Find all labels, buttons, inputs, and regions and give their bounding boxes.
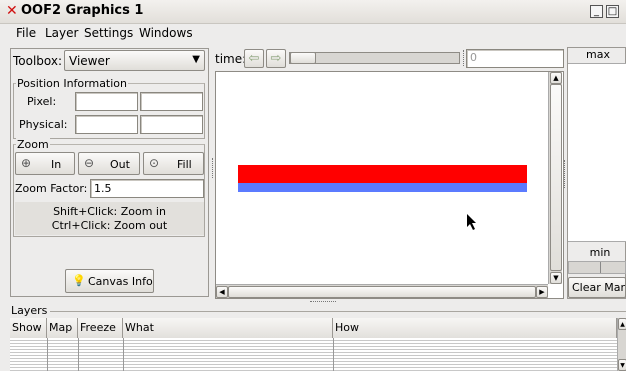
pane-handle-bottom[interactable] <box>310 301 336 303</box>
layers-list[interactable] <box>10 338 617 371</box>
col-separator <box>333 338 334 371</box>
menu-file[interactable]: File <box>16 26 36 40</box>
scroll-down-icon[interactable]: ▼ <box>550 272 562 284</box>
canvas-info-button[interactable]: 💡 Canvas Info <box>65 269 154 293</box>
zoom-hint-line2: Ctrl+Click: Zoom out <box>51 219 168 232</box>
clear-mark-button[interactable]: Clear Mark <box>568 277 626 298</box>
physical-label: Physical: <box>19 118 68 131</box>
scroll-up-icon[interactable]: ▲ <box>550 72 562 84</box>
zoom-fill-icon: ⊙ <box>149 156 160 170</box>
time-next-button[interactable]: ⇨ <box>266 49 286 68</box>
col-separator <box>47 338 48 371</box>
layers-divider <box>50 311 626 312</box>
pixel-y-field[interactable] <box>140 92 203 111</box>
arrow-left-icon: ⇦ <box>248 51 260 66</box>
zoom-fill-button[interactable]: ⊙ Fill <box>143 152 204 175</box>
red-band <box>238 165 527 183</box>
time-pane-handle[interactable] <box>463 50 465 66</box>
clear-mark-label: Clear Mark <box>572 281 626 294</box>
canvas-vscrollbar[interactable]: ▲ ▼ <box>548 72 562 284</box>
pixel-x-field[interactable] <box>75 92 138 111</box>
time-prev-button[interactable]: ⇦ <box>244 49 264 68</box>
canvas-info-label: Canvas Info <box>88 275 153 288</box>
pane-handle-left[interactable] <box>212 158 214 178</box>
layers-vscrollbar[interactable]: ▲ ▼ <box>617 318 626 371</box>
zoom-hint-line1: Shift+Click: Zoom in <box>53 205 166 218</box>
menu-settings[interactable]: Settings <box>84 26 133 40</box>
scroll-left-icon[interactable]: ◀ <box>216 286 228 298</box>
toolbox-selected-value: Viewer <box>69 54 110 68</box>
zoom-in-icon: ⊕ <box>21 156 32 170</box>
physical-x-field[interactable] <box>75 115 138 134</box>
scroll-right-icon[interactable]: ▶ <box>536 286 548 298</box>
physical-y-field[interactable] <box>140 115 203 134</box>
toolbox-select[interactable]: Viewer ▼ <box>64 50 205 71</box>
blue-band <box>238 183 527 192</box>
zoom-factor-input[interactable]: 1.5 <box>90 179 204 198</box>
canvas-hscrollbar[interactable]: ◀ ▶ <box>216 284 548 298</box>
colorbar-slider[interactable] <box>568 261 626 274</box>
pane-handle-right[interactable] <box>564 160 566 188</box>
lightbulb-icon: 💡 <box>72 274 86 287</box>
window-title: OOF2 Graphics 1 <box>21 3 144 18</box>
zoom-in-button[interactable]: ⊕ In <box>15 152 75 175</box>
time-slider-thumb[interactable] <box>290 52 316 64</box>
col-freeze[interactable]: Freeze <box>78 318 123 338</box>
time-slider[interactable] <box>289 52 460 64</box>
position-group-title: Position Information <box>16 77 128 90</box>
col-show[interactable]: Show <box>10 318 47 338</box>
vscroll-thumb[interactable] <box>550 84 562 271</box>
layers-scroll-down-icon[interactable]: ▼ <box>618 359 626 371</box>
colorbar-canvas <box>568 63 626 242</box>
col-map[interactable]: Map <box>47 318 78 338</box>
hscroll-thumb[interactable] <box>228 286 536 298</box>
col-what[interactable]: What <box>123 318 333 338</box>
arrow-right-icon: ⇨ <box>270 51 282 66</box>
minimize-icon[interactable]: _ <box>590 5 603 18</box>
col-how[interactable]: How <box>333 318 617 338</box>
zoom-factor-label: Zoom Factor: <box>15 182 88 195</box>
pixel-label: Pixel: <box>27 95 57 108</box>
col-separator <box>78 338 79 371</box>
time-value-field[interactable]: 0 <box>466 49 564 68</box>
layers-title: Layers <box>11 304 48 317</box>
layers-scroll-up-icon[interactable]: ▲ <box>618 318 626 330</box>
menu-windows[interactable]: Windows <box>139 26 193 40</box>
time-label: time: <box>215 52 247 66</box>
zoom-in-label: In <box>51 158 62 171</box>
maximize-icon[interactable]: □ <box>606 5 619 18</box>
toolbox-label: Toolbox: <box>13 54 63 68</box>
chevron-down-icon: ▼ <box>192 54 200 65</box>
zoom-fill-label: Fill <box>177 158 192 171</box>
mouse-pointer-icon <box>467 214 476 230</box>
colorbar-min-label: min <box>589 246 611 259</box>
zoom-out-label: Out <box>110 158 130 171</box>
graphics-canvas[interactable] <box>216 72 548 284</box>
col-separator <box>123 338 124 371</box>
zoom-group-title: Zoom <box>16 138 50 151</box>
menu-layer[interactable]: Layer <box>45 26 78 40</box>
zoom-out-icon: ⊖ <box>84 156 95 170</box>
colorbar-slider-tick <box>600 262 601 273</box>
app-close-icon[interactable]: ✕ <box>6 3 18 19</box>
colorbar-max-label: max <box>586 48 610 61</box>
zoom-out-button[interactable]: ⊖ Out <box>78 152 140 175</box>
